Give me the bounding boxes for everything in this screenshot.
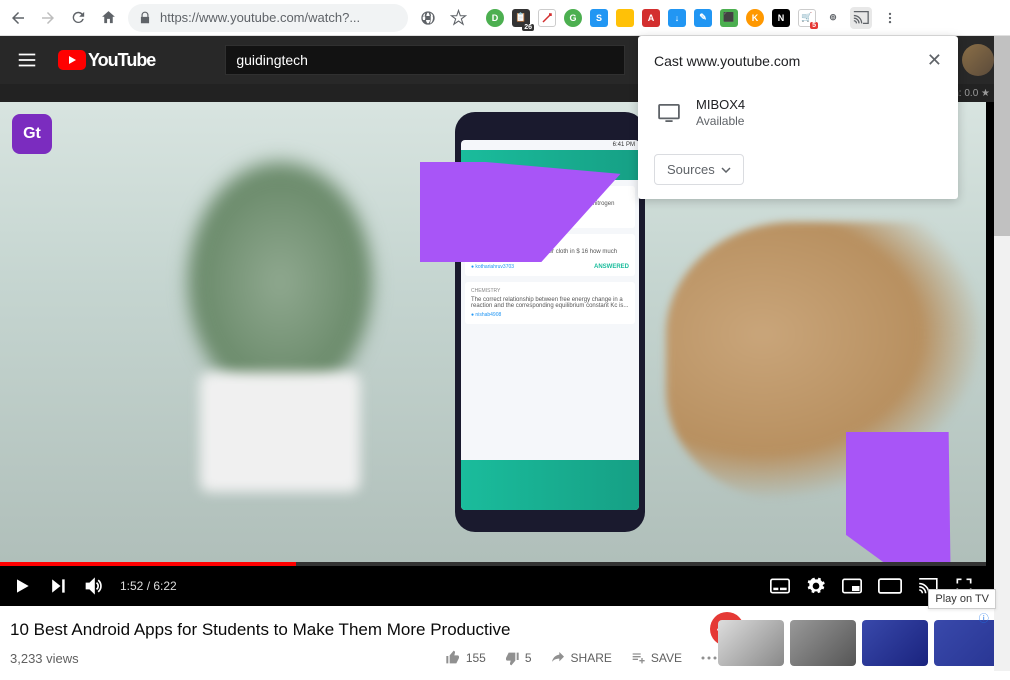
ext-icon[interactable] — [616, 9, 634, 27]
cast-device-name: MIBOX4 — [696, 97, 745, 112]
background-pot — [200, 372, 360, 492]
progress-bar[interactable] — [0, 562, 986, 566]
lock-icon — [138, 11, 152, 25]
ext-icon[interactable]: S — [590, 9, 608, 27]
ext-icon[interactable]: ✎ — [694, 9, 712, 27]
phone-mockup: 6:41 PM CHEMISTRY The ratio b/w the no.o… — [455, 112, 645, 532]
next-button[interactable] — [48, 576, 68, 596]
ad-area: 40% ⓘ ✕ — [718, 620, 1000, 666]
player-tooltip: Play on TV — [928, 589, 996, 609]
dislike-button[interactable]: 5 — [504, 650, 532, 666]
ad-info-icon[interactable]: ⓘ — [979, 610, 989, 625]
ext-icon[interactable]: A — [642, 9, 660, 27]
youtube-logo[interactable]: YouTube — [58, 50, 155, 71]
address-bar[interactable]: https://www.youtube.com/watch?... — [128, 4, 408, 32]
user-avatar[interactable] — [962, 44, 994, 76]
share-button[interactable]: SHARE — [550, 650, 612, 666]
cast-device-status: Available — [696, 114, 745, 128]
home-button[interactable] — [98, 8, 118, 28]
scrollbar[interactable] — [994, 36, 1010, 671]
ad-item[interactable] — [862, 620, 928, 666]
view-count: 3,233 views — [10, 651, 79, 666]
ext-icon[interactable]: 📋26 — [512, 9, 530, 27]
extensions-area: D 📋26 G S A ↓ ✎ ⬛ K N 🛒5 ⊚ — [486, 7, 900, 29]
like-button[interactable]: 155 — [445, 650, 486, 666]
cast-extension-icon[interactable] — [850, 7, 872, 29]
player-controls: 1:52 / 6:22 — [0, 566, 986, 606]
theater-button[interactable] — [878, 578, 902, 594]
more-button[interactable] — [700, 655, 718, 661]
ext-icon[interactable]: ⬛ — [720, 9, 738, 27]
browser-toolbar: https://www.youtube.com/watch?... D 📋26 … — [0, 0, 1010, 36]
below-video-area: 10 Best Android Apps for Students to Mak… — [0, 606, 1010, 680]
cast-close-icon[interactable]: ✕ — [927, 50, 942, 71]
phone-time: 6:41 PM — [461, 140, 639, 150]
ext-icon[interactable]: G — [564, 9, 582, 27]
scroll-thumb[interactable] — [994, 36, 1010, 236]
captions-button[interactable] — [770, 578, 790, 594]
cast-sources-button[interactable]: Sources — [654, 154, 744, 185]
translate-icon[interactable] — [418, 8, 438, 28]
reload-button[interactable] — [68, 8, 88, 28]
star-icon[interactable] — [448, 8, 468, 28]
phone-card: MATH In rupees 40.60 comes 2 meter cloth… — [465, 234, 635, 276]
ad-item[interactable] — [790, 620, 856, 666]
phone-card: CHEMISTRY The ratio b/w the no.of ... on… — [465, 186, 635, 228]
tv-icon — [658, 104, 680, 122]
search-box — [225, 45, 625, 75]
cast-device[interactable]: MIBOX4 Available — [638, 85, 958, 140]
settings-button[interactable] — [806, 576, 826, 596]
ext-icon[interactable]: ⊚ — [824, 9, 842, 27]
time-display: 1:52 / 6:22 — [120, 579, 177, 593]
hamburger-menu-icon[interactable] — [16, 49, 38, 71]
url-text: https://www.youtube.com/watch?... — [160, 10, 360, 25]
ext-icon[interactable] — [538, 9, 556, 27]
search-input[interactable] — [226, 46, 624, 74]
ext-icon[interactable]: ↓ — [668, 9, 686, 27]
phone-card: CHEMISTRY The correct relationship betwe… — [465, 282, 635, 324]
ext-icon[interactable]: 🛒5 — [798, 9, 816, 27]
back-button[interactable] — [8, 8, 28, 28]
channel-badge: Gt — [12, 114, 52, 154]
youtube-play-icon — [58, 50, 86, 70]
ext-icon[interactable]: D — [486, 9, 504, 27]
save-button[interactable]: SAVE — [630, 650, 682, 666]
browser-menu-icon[interactable] — [880, 8, 900, 28]
play-button[interactable] — [12, 576, 32, 596]
miniplayer-button[interactable] — [842, 578, 862, 594]
ad-item[interactable] — [934, 620, 1000, 666]
cast-popup: Cast www.youtube.com ✕ MIBOX4 Available … — [638, 36, 958, 199]
chevron-down-icon — [721, 167, 731, 173]
volume-button[interactable] — [84, 576, 104, 596]
youtube-logo-text: YouTube — [88, 50, 155, 71]
hand — [666, 222, 986, 502]
ext-icon[interactable]: K — [746, 9, 764, 27]
cast-title: Cast www.youtube.com — [654, 53, 800, 69]
ad-item[interactable] — [718, 620, 784, 666]
video-title: 10 Best Android Apps for Students to Mak… — [10, 620, 718, 640]
ext-icon[interactable]: N — [772, 9, 790, 27]
forward-button[interactable] — [38, 8, 58, 28]
